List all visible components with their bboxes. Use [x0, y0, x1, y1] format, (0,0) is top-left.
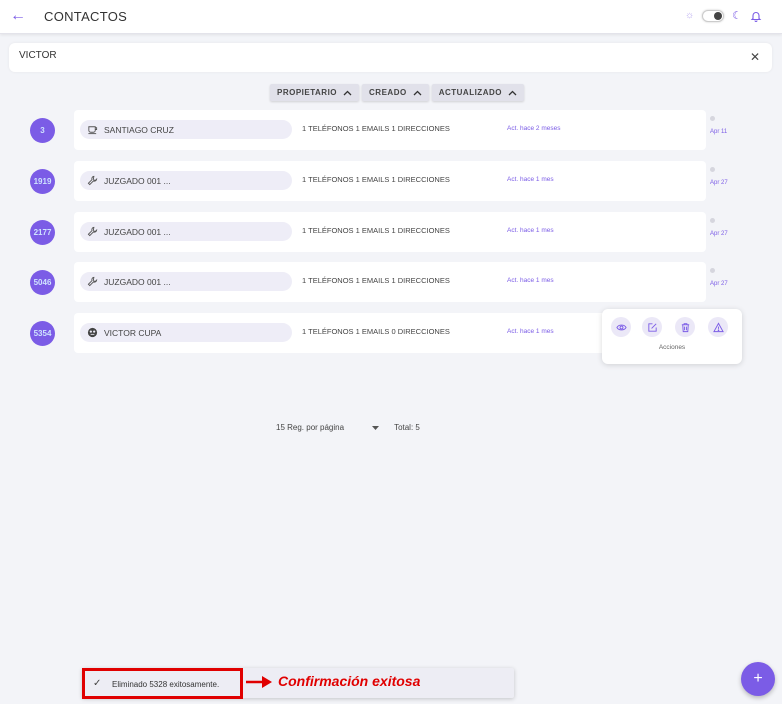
status-dot — [710, 167, 715, 172]
actions-label: Acciones — [658, 344, 686, 351]
contact-id-badge: 5354 — [30, 321, 55, 346]
chevron-up-icon — [343, 90, 352, 95]
view-button[interactable] — [611, 317, 631, 337]
clear-search-icon[interactable]: ✕ — [750, 50, 760, 64]
contact-date: Apr 27 — [710, 231, 728, 237]
edit-button[interactable] — [642, 317, 662, 337]
contact-row[interactable]: 1919 JUZGADO 001 ... 1 TELÉFONOS 1 EMAIL… — [30, 161, 742, 203]
mask-icon — [87, 327, 98, 338]
contact-date: Apr 27 — [710, 180, 728, 186]
back-arrow-icon[interactable]: ← — [10, 7, 26, 25]
contact-name-pill[interactable]: JUZGADO 001 ... — [80, 171, 292, 190]
wrench-icon — [87, 226, 98, 237]
contact-id-badge: 3 — [30, 118, 55, 143]
sort-buttons: PROPIETARIO CREADO ACTUALIZADO — [270, 84, 524, 101]
contact-summary: 1 TELÉFONOS 1 EMAILS 1 DIRECCIONES — [302, 124, 450, 133]
contact-name-pill[interactable]: VICTOR CUPA — [80, 323, 292, 342]
page-title: CONTACTOS — [44, 9, 128, 24]
sort-owner-label: PROPIETARIO — [277, 88, 338, 97]
coffee-icon — [88, 126, 98, 135]
contact-name: JUZGADO 001 ... — [104, 226, 171, 237]
contact-summary: 1 TELÉFONOS 1 EMAILS 1 DIRECCIONES — [302, 175, 450, 184]
contact-name-pill[interactable]: JUZGADO 001 ... — [80, 222, 292, 241]
caret-down-icon[interactable] — [372, 425, 380, 430]
status-dot — [710, 268, 715, 273]
delete-button[interactable] — [675, 317, 695, 337]
contact-name: VICTOR CUPA — [104, 327, 162, 338]
app-header: ← CONTACTOS ☼ ☾ — [0, 0, 782, 34]
plus-icon: + — [753, 670, 763, 687]
chevron-up-icon — [413, 90, 422, 95]
contact-row[interactable]: 3 SANTIAGO CRUZ 1 TELÉFONOS 1 EMAILS 1 D… — [30, 110, 742, 152]
status-dot — [710, 218, 715, 223]
chevron-up-icon — [508, 90, 517, 95]
contact-name-pill[interactable]: JUZGADO 001 ... — [80, 272, 292, 291]
sun-icon: ☼ — [684, 10, 695, 21]
contact-date: Apr 11 — [710, 129, 728, 135]
pagination: 15 Reg. por página Total: 5 — [276, 423, 420, 432]
contact-id-badge: 5046 — [30, 270, 55, 295]
per-page-select[interactable]: 15 Reg. por página — [276, 423, 344, 432]
contact-date: Apr 27 — [710, 281, 728, 287]
actions-popup: Acciones — [602, 309, 742, 364]
contact-id-badge: 1919 — [30, 169, 55, 194]
contact-updated: Act. hace 1 mes — [507, 227, 554, 234]
wrench-icon — [87, 276, 98, 287]
contact-id-badge: 2177 — [30, 220, 55, 245]
toast-message: Eliminado 5328 exitosamente. — [112, 680, 220, 689]
annotation-arrow-icon — [246, 676, 272, 688]
eye-icon — [615, 324, 627, 330]
contact-card[interactable]: JUZGADO 001 ... 1 TELÉFONOS 1 EMAILS 1 D… — [74, 212, 706, 252]
contact-summary: 1 TELÉFONOS 1 EMAILS 1 DIRECCIONES — [302, 276, 450, 285]
warning-icon — [712, 321, 724, 332]
sort-updated-button[interactable]: ACTUALIZADO — [431, 84, 524, 101]
contact-row[interactable]: 5046 JUZGADO 001 ... 1 TELÉFONOS 1 EMAIL… — [30, 262, 742, 304]
check-icon: ✓ — [93, 678, 102, 689]
header-controls: ☼ ☾ — [685, 9, 762, 22]
annotation-label: Confirmación exitosa — [278, 673, 421, 689]
bell-icon[interactable] — [750, 10, 762, 22]
contact-name: JUZGADO 001 ... — [104, 276, 171, 287]
contact-name: SANTIAGO CRUZ — [104, 124, 174, 135]
sort-created-button[interactable]: CREADO — [362, 84, 429, 101]
sort-owner-button[interactable]: PROPIETARIO — [270, 84, 360, 101]
contact-card[interactable]: JUZGADO 001 ... 1 TELÉFONOS 1 EMAILS 1 D… — [74, 161, 706, 201]
search-input[interactable] — [19, 50, 719, 61]
moon-icon: ☾ — [732, 10, 742, 22]
wrench-icon — [87, 175, 98, 186]
contact-updated: Act. hace 1 mes — [507, 277, 554, 284]
add-contact-button[interactable]: + — [741, 662, 775, 696]
trash-icon — [681, 322, 689, 332]
contact-updated: Act. hace 2 meses — [507, 125, 561, 132]
contact-card[interactable]: SANTIAGO CRUZ 1 TELÉFONOS 1 EMAILS 1 DIR… — [74, 110, 706, 150]
contact-card[interactable]: JUZGADO 001 ... 1 TELÉFONOS 1 EMAILS 1 D… — [74, 262, 706, 302]
status-dot — [710, 116, 715, 121]
contact-updated: Act. hace 1 mes — [507, 176, 554, 183]
total-count: Total: 5 — [394, 423, 420, 432]
contact-row[interactable]: 2177 JUZGADO 001 ... 1 TELÉFONOS 1 EMAIL… — [30, 212, 742, 254]
search-bar: ✕ — [9, 43, 772, 72]
contact-summary: 1 TELÉFONOS 1 EMAILS 1 DIRECCIONES — [302, 226, 450, 235]
sort-updated-label: ACTUALIZADO — [438, 88, 502, 97]
report-button[interactable] — [708, 317, 728, 337]
contact-name-pill[interactable]: SANTIAGO CRUZ — [80, 120, 292, 139]
edit-icon — [647, 322, 657, 332]
contact-updated: Act. hace 1 mes — [507, 328, 554, 335]
contact-summary: 1 TELÉFONOS 1 EMAILS 0 DIRECCIONES — [302, 327, 450, 336]
theme-toggle[interactable] — [702, 9, 725, 22]
contact-name: JUZGADO 001 ... — [104, 175, 171, 186]
sort-created-label: CREADO — [369, 88, 407, 97]
annotation-highlight-box: ✓ Eliminado 5328 exitosamente. — [82, 668, 243, 699]
